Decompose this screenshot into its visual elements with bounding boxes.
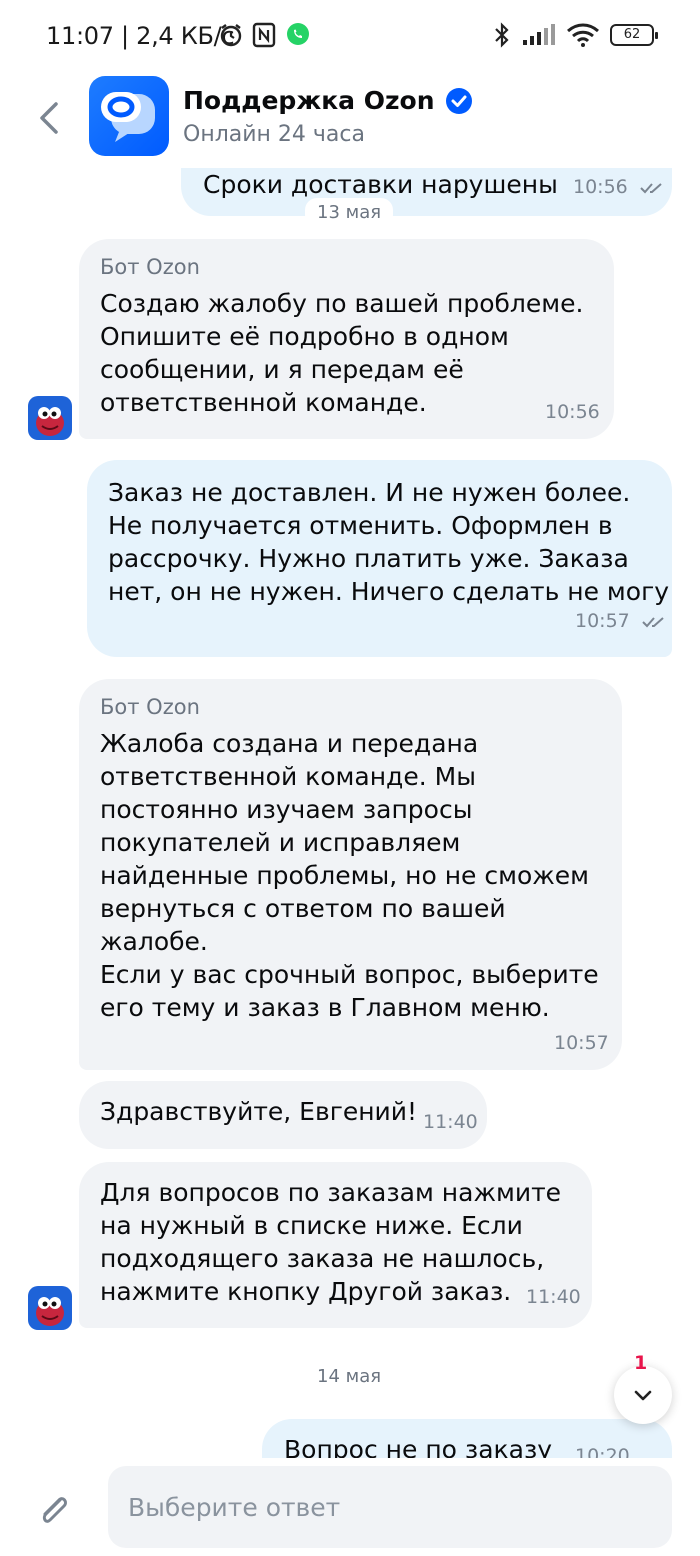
status-time-speed: 11:07 | 2,4 КБ/с [46,22,235,50]
message-list[interactable]: Сроки доставки нарушены 10:56 13 мая Бот… [0,168,700,1458]
chat-title: Поддержка Ozon [183,86,473,115]
message-incoming[interactable]: Для вопросов по заказам нажмите на нужны… [79,1162,592,1328]
bot-avatar [28,396,72,440]
message-text: Здравствуйте, Евгений! [100,1097,418,1126]
support-avatar[interactable] [89,76,169,156]
double-check-icon [642,616,664,627]
reply-input[interactable] [108,1466,672,1548]
message-incoming[interactable]: Здравствуйте, Евгений! 11:40 [79,1081,487,1149]
scroll-down-button[interactable] [614,1366,672,1424]
message-time-text: 10:56 [573,176,628,198]
nfc-icon [252,22,276,48]
message-text: Сроки доставки нарушены [203,170,558,199]
message-outgoing[interactable]: Заказ не доставлен. И не нужен более. Не… [87,460,672,657]
date-separator: 14 мая [305,1362,394,1391]
message-text: Вопрос не по заказу [284,1435,553,1458]
unread-badge: 1 [634,1352,648,1374]
message-time: 10:57 [575,610,666,632]
message-incoming[interactable]: Бот Ozon Создаю жалобу по вашей проблеме… [79,239,614,439]
message-text: Для вопросов по заказам нажмите на нужны… [100,1178,562,1306]
message-time: 11:40 [526,1286,581,1308]
chevron-down-icon [634,1390,652,1401]
battery-icon: 62 [610,24,658,46]
back-arrow-icon[interactable] [36,100,60,136]
status-bar: 11:07 | 2,4 КБ/с 62 [0,0,700,76]
message-sender: Бот Ozon [100,695,200,719]
verified-icon [445,87,472,114]
chat-subtitle: Онлайн 24 часа [183,122,365,147]
double-check-icon [640,182,662,193]
message-incoming[interactable]: Бот Ozon Жалоба создана и передана ответ… [79,679,622,1070]
ozon-chat-logo-icon [101,92,155,142]
message-time: 10:56 [573,176,664,198]
message-time-text: 10:57 [575,610,630,632]
ozon-mascot-icon [36,1297,64,1326]
date-separator: 13 мая [305,198,394,227]
bot-avatar [28,1286,72,1330]
message-sender: Бот Ozon [100,255,200,279]
wifi-icon [567,23,599,47]
message-outgoing[interactable]: Вопрос не по заказу 10:20 [262,1419,672,1458]
attach-icon[interactable] [36,1490,72,1530]
message-text: Жалоба создана и передана ответственной … [100,729,599,1022]
message-time: 11:40 [423,1111,478,1133]
signal-icon [523,24,555,45]
message-text: Создаю жалобу по вашей проблеме. Опишите… [100,289,584,417]
alarm-icon [220,24,242,47]
message-outgoing[interactable]: Сроки доставки нарушены 10:56 [181,168,672,216]
whatsapp-icon [287,23,309,45]
chat-header: Поддержка Ozon Онлайн 24 часа [0,76,700,168]
message-time: 10:20 [575,1445,630,1458]
message-text: Заказ не доставлен. И не нужен более. Не… [108,478,670,606]
ozon-mascot-icon [36,407,64,436]
message-time: 10:56 [545,401,600,423]
chat-title-text: Поддержка Ozon [183,86,435,115]
message-time: 10:57 [554,1032,609,1054]
composer [0,1458,700,1556]
bluetooth-icon [495,22,509,48]
